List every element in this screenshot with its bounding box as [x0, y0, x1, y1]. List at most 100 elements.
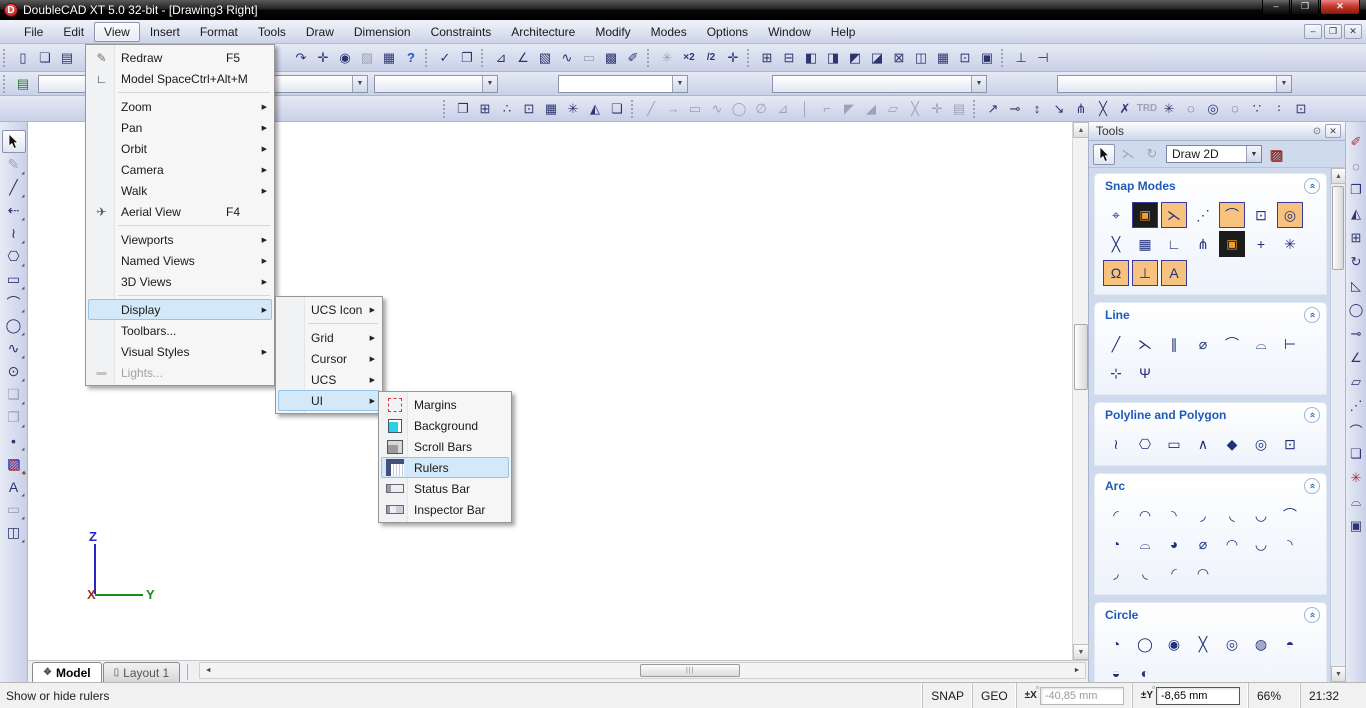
snap-dots-icon[interactable]: : — [1268, 98, 1290, 119]
polygon[interactable]: ⎔ — [1132, 431, 1158, 457]
menu-item[interactable]: Lights... — [88, 362, 272, 383]
menubar-item[interactable]: Draw — [296, 22, 344, 42]
menu-item[interactable]: Camera — [88, 159, 272, 180]
scroll-up-icon[interactable]: ▲ — [1073, 122, 1089, 138]
menubar-item[interactable]: Window — [758, 22, 821, 42]
menu-item[interactable]: UCS — [278, 369, 380, 390]
scroll-up-icon[interactable]: ▲ — [1331, 168, 1345, 184]
radial-copy-icon[interactable]: ✳ — [562, 98, 584, 119]
polyline-tool[interactable]: ≀ — [2, 222, 26, 245]
arc-center-begin-end[interactable]: ◜ — [1103, 502, 1129, 528]
close-button[interactable]: ✕ — [1320, 0, 1360, 15]
menu-item[interactable]: Walk — [88, 180, 272, 201]
x-coordinate-field[interactable]: -40,85 mm — [1040, 687, 1124, 705]
modify-skew-icon[interactable]: ▱ — [882, 98, 904, 119]
menu-item[interactable]: Viewports — [88, 229, 272, 250]
modify-line-icon[interactable]: ╱ — [640, 98, 662, 119]
new-icon[interactable]: ▯ — [12, 47, 34, 68]
view-front-icon[interactable]: ◩ — [844, 47, 866, 68]
collapse-chevron-icon[interactable]: « — [1304, 607, 1320, 623]
menu-item[interactable]: Display — [88, 299, 272, 320]
open-icon[interactable]: ❏ — [34, 47, 56, 68]
arc-tangent-line[interactable]: ◞ — [1103, 560, 1129, 586]
modify-trim-icon[interactable]: ∅ — [750, 98, 772, 119]
calculator-icon[interactable]: ▦ — [378, 47, 400, 68]
arc-double[interactable]: ◠ — [1219, 531, 1245, 557]
snap-quadrant[interactable]: Ω — [1103, 260, 1129, 286]
snap-radial[interactable]: ✳ — [1277, 231, 1303, 257]
snap-remove-icon[interactable]: ✗ — [1114, 98, 1136, 119]
arc-tangent-point[interactable]: ◝ — [1277, 531, 1303, 557]
snap-radial-tool-icon[interactable]: ✳ — [1158, 98, 1180, 119]
dimension-tool[interactable]: ▭ — [2, 498, 26, 521]
circle-center-radius[interactable]: ◉ — [1161, 631, 1187, 657]
path-icon[interactable]: ∿ — [556, 47, 578, 68]
snap-rings-icon[interactable]: ◎ — [1202, 98, 1224, 119]
snap-vertex[interactable]: ⋋ — [1161, 202, 1187, 228]
circle-edit-tool[interactable]: ◯ — [1346, 298, 1366, 322]
menu-item[interactable]: Grid — [278, 327, 380, 348]
snap-free-icon[interactable]: ↗ — [982, 98, 1004, 119]
menu-item[interactable]: Zoom — [88, 96, 272, 117]
circumscribed-polygon[interactable]: ◎ — [1248, 431, 1274, 457]
mdi-restore-button[interactable]: ❐ — [1324, 24, 1342, 39]
edit-tool[interactable]: ✎ — [2, 153, 26, 176]
spline-tool[interactable]: ∿ — [2, 337, 26, 360]
image-icon[interactable]: ▧ — [534, 47, 556, 68]
circle-three-point[interactable]: ◍ — [1248, 631, 1274, 657]
panel-node-edit-tool[interactable]: ⋋ — [1117, 144, 1139, 165]
menu-item[interactable]: Margins — [381, 394, 509, 415]
panel-orbit-tool[interactable]: ↻ — [1141, 144, 1163, 165]
minimize-button[interactable]: – — [1262, 0, 1290, 15]
select-similar-tool[interactable]: ◌ — [1346, 154, 1366, 178]
menu-item[interactable]: Inspector Bar — [381, 499, 509, 520]
region-icon[interactable]: ▭ — [578, 47, 600, 68]
panel-select-tool[interactable] — [1093, 144, 1115, 165]
view-bottom-icon[interactable]: ⊟ — [778, 47, 800, 68]
workplane-icon[interactable]: ⊥ — [1010, 47, 1032, 68]
modify-extend-icon[interactable]: → — [662, 98, 684, 119]
combo-arrow-icon[interactable]: ▼ — [672, 76, 687, 92]
line-tangent-arc[interactable]: ⌒ — [1219, 331, 1245, 357]
polygon-vertex[interactable]: ◆ — [1219, 431, 1245, 457]
view-custom-icon[interactable]: ▣ — [976, 47, 998, 68]
view-sw-iso-icon[interactable]: ⊠ — [888, 47, 910, 68]
circle-tangent-line[interactable]: ◐ — [1132, 660, 1158, 682]
snap-diagonal-icon[interactable]: ↘ — [1048, 98, 1070, 119]
line-tool[interactable]: ╱ — [2, 176, 26, 199]
arc-1-2-point[interactable]: ◔ — [1103, 531, 1129, 557]
snap-trd-icon[interactable]: TRD — [1136, 98, 1158, 119]
snap-magnetic-toggle[interactable]: ▣ — [1219, 231, 1245, 257]
rectangle-tool[interactable]: ▭ — [2, 268, 26, 291]
restore-button[interactable]: ❐ — [1291, 0, 1319, 15]
menubar-item[interactable]: Help — [821, 22, 866, 42]
arc-tangent-three[interactable]: ◠ — [1190, 560, 1216, 586]
linetype-combo[interactable]: ▼ — [558, 75, 688, 93]
snap-box-icon[interactable]: ⊡ — [1290, 98, 1312, 119]
view-ne-iso-icon[interactable]: ▦ — [932, 47, 954, 68]
menubar-item[interactable]: Dimension — [344, 22, 421, 42]
view-top-icon[interactable]: ⊞ — [756, 47, 778, 68]
irregular-polygon[interactable]: ∧ — [1190, 431, 1216, 457]
snap-vertical-icon[interactable]: ↕ — [1026, 98, 1048, 119]
array-rect-icon[interactable]: ⊞ — [474, 98, 496, 119]
menubar-item[interactable]: Modify — [585, 22, 640, 42]
grid-double-icon[interactable]: ×2 — [678, 47, 700, 68]
arc-start-included[interactable]: ◡ — [1248, 502, 1274, 528]
chamfer-tool[interactable]: ⌓ — [1346, 490, 1366, 514]
arc-reverse[interactable]: ◡ — [1248, 531, 1274, 557]
scroll-left-icon[interactable]: ◄ — [200, 663, 216, 678]
modify-curve-icon[interactable]: ∿ — [706, 98, 728, 119]
sketch-icon[interactable]: ✐ — [622, 47, 644, 68]
toolbar-grip[interactable] — [973, 100, 978, 118]
center-mark-icon[interactable]: ✛ — [926, 98, 948, 119]
combo-arrow-icon[interactable]: ▼ — [352, 76, 367, 92]
y-coordinate-field[interactable]: -8,65 mm — [1156, 687, 1240, 705]
insert-image-tool[interactable]: ❐ — [2, 406, 26, 429]
snap-arc-center[interactable]: ⌒ — [1219, 202, 1245, 228]
tabs-splitter[interactable] — [187, 664, 195, 680]
menu-item[interactable]: Aerial View F4 — [88, 201, 272, 222]
pan-icon[interactable]: ✛ — [312, 47, 334, 68]
array-polar-icon[interactable]: ∴ — [496, 98, 518, 119]
snap-center[interactable]: ◎ — [1277, 202, 1303, 228]
